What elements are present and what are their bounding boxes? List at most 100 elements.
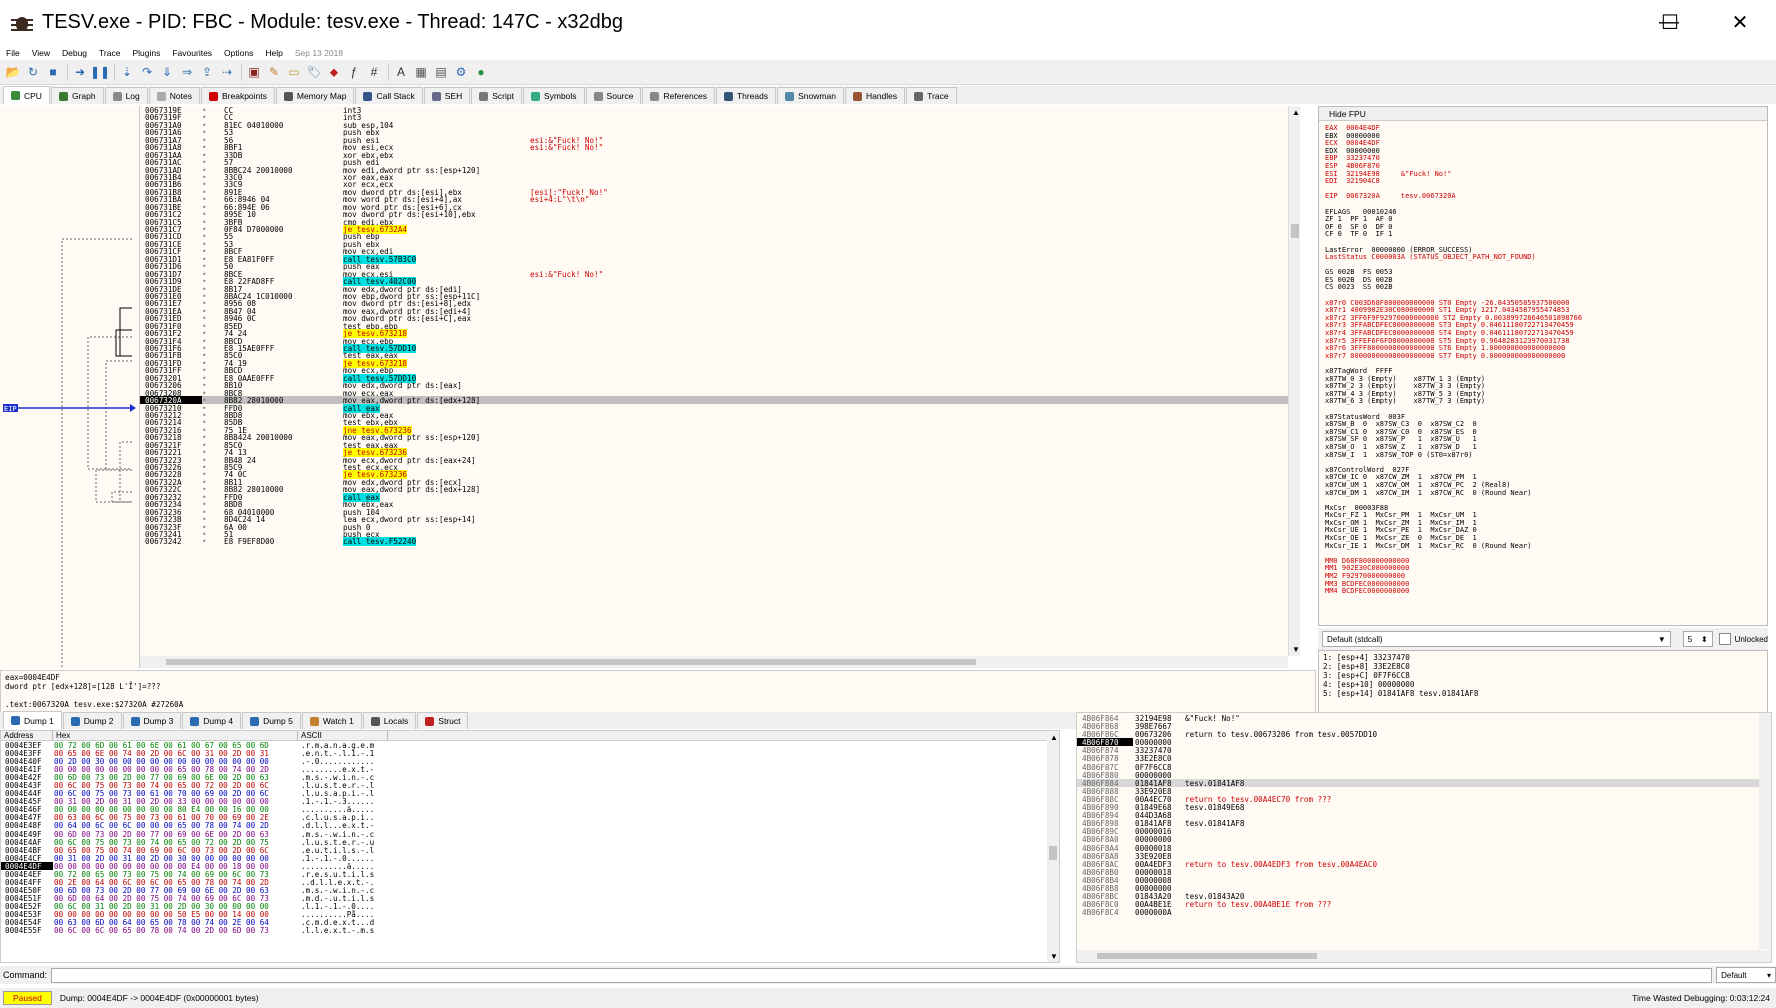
dump-hex[interactable]: 00 6C 00 75 00 73 00 61 00 70 00 69 00 2… (53, 789, 298, 798)
dump-ascii[interactable]: .l.l.e.x.t.-.m.s (298, 926, 388, 935)
hash-icon[interactable]: # (365, 63, 383, 81)
step-over-icon[interactable]: ↷ (138, 63, 156, 81)
stack-view[interactable]: 4B06F864 32194E98 &"Fuck! No!" 4B06F868 398E… (1076, 712, 1772, 963)
register-line[interactable]: CS 0023 SS 002B (1325, 284, 1761, 292)
breakpoint-dot[interactable]: • (202, 322, 212, 331)
breakpoint-dot[interactable]: • (202, 374, 212, 383)
dump-ascii[interactable]: .l.u.s.t.e.r.-.u (298, 838, 388, 847)
disasm-row[interactable]: 006731BA • 66:8946 04 mov word ptr ds:[esi+… (140, 195, 1288, 204)
disasm-row[interactable]: 00673206 • 8B10 mov edx,dword ptr ds:[eax] (140, 381, 1288, 390)
call-argument[interactable]: 1: [esp+4] 33237470 (1323, 653, 1763, 662)
dump-ascii[interactable]: .m.s.-.w.i.n.-.c (298, 773, 388, 782)
tab-source[interactable]: Source (585, 87, 642, 104)
stack-row[interactable]: 4B06F8B8 00000000 (1077, 884, 1771, 893)
stack-row[interactable]: 4B06F87C 0F7F6CC8 (1077, 763, 1771, 772)
breakpoint-dot[interactable]: • (202, 411, 212, 420)
dump-row[interactable]: 0004E40F 00 2D 00 30 00 00 00 00 00 00 00… (1, 757, 1059, 766)
dump-hex[interactable]: 00 6C 00 75 00 73 00 74 00 65 00 72 00 2… (53, 781, 298, 790)
dump-ascii[interactable]: .r.e.s.u.t.i.l.s (298, 870, 388, 879)
stack-row[interactable]: 4B06F884 01841AF8 tesv.01841AF8 (1077, 778, 1771, 788)
stack-horizontal-scrollbar[interactable] (1077, 950, 1771, 962)
dump-row[interactable]: 0004E3EF 00 72 00 6D 00 61 00 6E 00 61 00… (1, 741, 1059, 750)
dump-row[interactable]: 0004E42F 00 6D 00 73 00 2D 00 77 00 69 00… (1, 773, 1059, 782)
breakpoint-dot[interactable]: • (202, 195, 212, 204)
breakpoint-dot[interactable]: • (202, 218, 212, 227)
dump-view[interactable]: Address Hex ASCII 0004E3EF 00 72 00 6D 00… (0, 730, 1060, 963)
dump-hex[interactable]: 00 00 00 00 00 00 00 00 00 80 E4 00 00 1… (53, 805, 298, 814)
disasm-row[interactable]: 006731AC • 57 push edi (140, 158, 1288, 167)
dump-hex[interactable]: 00 00 00 00 00 00 00 00 00 65 00 78 00 7… (53, 765, 298, 774)
disasm-row[interactable]: 00673208 • 8BC8 mov ecx,eax (140, 389, 1288, 398)
stack-row[interactable]: 4B06F8AC 00A4EDF3 return to tesv.00A4EDF3 … (1077, 860, 1771, 869)
disasm-row[interactable]: 006731F4 • 8BCD mov ecx,ebp (140, 337, 1288, 346)
maximize-button[interactable]: ☐ (1634, 0, 1706, 45)
breakpoint-dot[interactable]: • (202, 463, 212, 472)
dump-row[interactable]: 0004E43F 00 6C 00 75 00 73 00 74 00 65 00… (1, 781, 1059, 790)
disasm-row[interactable]: 006731EA • 8B47 04 mov eax,dword ptr ds:[ed… (140, 307, 1288, 316)
disasm-row[interactable]: 006731E0 • 8BAC24 1C010000 mov ebp,dword pt… (140, 292, 1288, 301)
pause-icon[interactable]: ❚❚ (90, 63, 110, 81)
stack-row[interactable]: 4B06F8BC 01843A20 tesv.01843A20 (1077, 892, 1771, 901)
scroll-down-icon[interactable]: ▼ (1292, 645, 1300, 654)
stack-row[interactable]: 4B06F898 01841AF8 tesv.01841AF8 (1077, 819, 1771, 828)
disasm-row[interactable]: 006731C2 • 895E 10 mov dword ptr ds:[esi+10… (140, 210, 1288, 219)
breakpoint-dot[interactable]: • (202, 508, 212, 517)
register-list[interactable]: EAX 0004E4DF EBX 00000000 ECX 0004E4DF EDX … (1319, 121, 1767, 600)
breakpoint-dot[interactable]: • (202, 143, 212, 152)
call-argument[interactable]: 2: [esp+8] 33E2E8C0 (1323, 662, 1763, 671)
breakpoint-dot[interactable]: • (202, 121, 212, 130)
dump-row[interactable]: 0004E4EF 00 72 00 65 00 73 00 75 00 74 00… (1, 870, 1059, 879)
dump-row[interactable]: 0004E47F 00 63 00 6C 00 75 00 73 00 61 00… (1, 813, 1059, 822)
dump-ascii[interactable]: ..........ä..... (298, 862, 388, 871)
disasm-row[interactable]: 006731FF • 8BCD mov ecx,ebp (140, 366, 1288, 375)
disasm-row[interactable]: 006731A8 • 8BF1 mov esi,ecx esi:&"Fuck! No!" (140, 143, 1288, 152)
breakpoint-dot[interactable]: • (202, 530, 212, 539)
dump-row[interactable]: 0004E52F 00 6C 00 31 00 2D 00 31 00 2D 00… (1, 902, 1059, 911)
breakpoint-dot[interactable]: • (202, 351, 212, 360)
register-line[interactable]: ESI 32194E98 &"Fuck! No!" (1325, 170, 1761, 179)
tab-dump-2[interactable]: Dump 2 (62, 712, 122, 729)
disasm-row[interactable]: 00673201 • E8 0AAE0FFF call tesv.57DD10 (140, 373, 1288, 383)
register-line[interactable]: MM4 BCDFEC0000000000 (1325, 588, 1761, 596)
tab-script[interactable]: Script (471, 87, 522, 104)
menu-options[interactable]: Options (224, 48, 253, 58)
tab-locals[interactable]: Locals (362, 712, 417, 729)
step-into-icon[interactable]: ⇣ (118, 63, 136, 81)
disasm-row[interactable]: 006731D9 • E8 22FAD8FF call tesv.402C00 (140, 277, 1288, 287)
dump-row[interactable]: 0004E55F 00 6C 00 6C 00 65 00 78 00 74 00… (1, 926, 1059, 935)
register-line[interactable] (1325, 497, 1761, 505)
dump-row[interactable]: 0004E41F 00 00 00 00 00 00 00 00 00 65 00… (1, 765, 1059, 774)
disasm-row[interactable]: 006731D1 • E8 EA81F0FF call tesv.57B3C0 (140, 254, 1288, 264)
dump-hex[interactable]: 00 63 00 6C 00 75 00 73 00 61 00 70 00 6… (53, 813, 298, 822)
breakpoint-dot[interactable]: • (202, 270, 212, 279)
tab-notes[interactable]: Notes (148, 87, 200, 104)
breakpoint-dot[interactable]: • (202, 523, 212, 532)
breakpoint-dot[interactable]: • (202, 307, 212, 316)
disasm-row[interactable]: 006731FD • 74 19 je tesv.673218 (140, 358, 1288, 368)
register-line[interactable]: EAX 0004E4DF (1325, 124, 1761, 133)
dump-ascii[interactable]: .1.-.1.-.0...... (298, 854, 388, 863)
disasm-row[interactable]: 0067323B • 8D4C24 14 lea ecx,dword ptr ss:[… (140, 515, 1288, 524)
breakpoint-dot[interactable]: • (202, 262, 212, 271)
disasm-row[interactable]: 00673236 • 68 04010000 push 104 (140, 508, 1288, 517)
dump-ascii[interactable]: .e.n.t.-.l.1.-.1 (298, 749, 388, 758)
breakpoint-dot[interactable]: • (202, 456, 212, 465)
disasm-row[interactable]: 006731F6 • E8 15AE0FFF call tesv.57DD10 (140, 344, 1288, 353)
unlocked-checkbox[interactable] (1718, 633, 1731, 645)
disasm-row[interactable]: 0067319F • CC int3 (140, 113, 1288, 122)
menu-file[interactable]: File (6, 48, 20, 58)
stack-scrollbar[interactable] (1759, 713, 1771, 949)
call-convention-select[interactable]: Default (stdcall) ▼ (1322, 631, 1671, 647)
stack-row[interactable]: 4B06F8B4 00000008 (1077, 876, 1771, 885)
disasm-row[interactable]: 00673242 • E8 F9EF8D00 call tesv.F52240 (140, 537, 1288, 547)
comment-icon[interactable]: ▭ (285, 63, 303, 81)
breakpoint-dot[interactable]: • (202, 188, 212, 197)
disasm-row[interactable]: 00673216 • 75 1E jne tesv.673236 (140, 425, 1288, 435)
disasm-row[interactable]: 006731C5 • 3BFB cmp edi,ebx (140, 218, 1288, 227)
disasm-row[interactable]: 006731AD • 8BBC24 20010000 mov edi,dword pt… (140, 166, 1288, 175)
dump-row[interactable]: 0004E50F 00 6D 00 73 00 2D 00 77 00 69 00… (1, 886, 1059, 895)
breakpoint-dot[interactable]: • (202, 418, 212, 427)
register-line[interactable]: EIP 0067320A tesv.0067320A (1325, 193, 1761, 201)
tab-handles[interactable]: Handles (844, 87, 906, 104)
dump-ascii[interactable]: .m.s.-.w.i.n.-.c (298, 886, 388, 895)
